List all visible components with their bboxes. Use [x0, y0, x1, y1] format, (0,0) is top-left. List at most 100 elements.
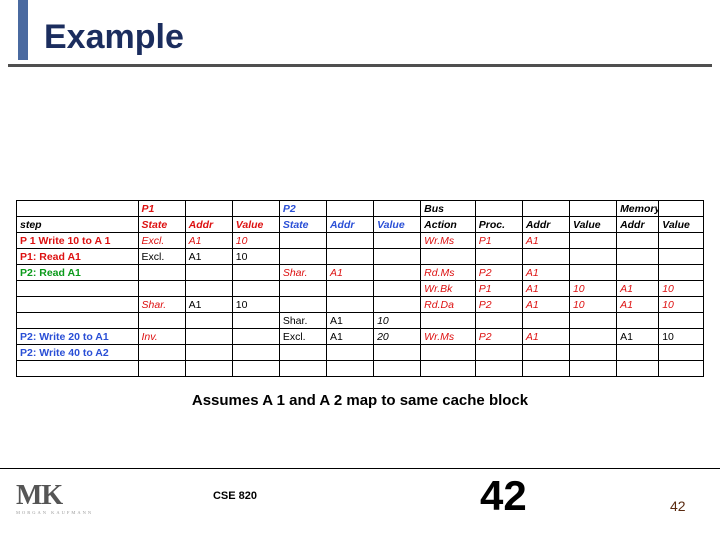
- cell-step: P1: Read A1: [17, 249, 139, 265]
- cell: 10: [659, 281, 704, 297]
- h: [522, 201, 569, 217]
- cell: [569, 361, 616, 377]
- cell-step: P2: Read A1: [17, 265, 139, 281]
- cell: 20: [374, 329, 421, 345]
- col-bus-proc: Proc.: [475, 217, 522, 233]
- cell-step: P2: Write 20 to A1: [17, 329, 139, 345]
- data-table: P1 P2 Bus Memory step State Addr Value S…: [16, 200, 704, 377]
- cell: [138, 345, 185, 361]
- cell: [569, 313, 616, 329]
- cell: Shar.: [279, 313, 326, 329]
- cell: Shar.: [138, 297, 185, 313]
- cell: [569, 265, 616, 281]
- footer-divider: [0, 468, 720, 469]
- cell: A1: [522, 281, 569, 297]
- cell: [279, 361, 326, 377]
- cell: Shar.: [279, 265, 326, 281]
- cell: [232, 361, 279, 377]
- cell: P1: [475, 233, 522, 249]
- cell: [138, 265, 185, 281]
- col-mem-addr: Addr: [617, 217, 659, 233]
- slide-title: Example: [44, 18, 184, 57]
- cell: [569, 249, 616, 265]
- cell: [569, 329, 616, 345]
- cell: [326, 345, 373, 361]
- cell: 10: [659, 297, 704, 313]
- h: [569, 201, 616, 217]
- title-accent-bar: [18, 0, 28, 60]
- cell: Wr.Ms: [421, 329, 476, 345]
- cell: [475, 249, 522, 265]
- cell: 10: [569, 297, 616, 313]
- cell-step: [17, 281, 139, 297]
- col-group-p1: P1: [138, 201, 185, 217]
- col-p1-value: Value: [232, 217, 279, 233]
- cell: [522, 345, 569, 361]
- cell: [232, 281, 279, 297]
- cell: A1: [617, 297, 659, 313]
- h: [475, 201, 522, 217]
- cell: 10: [232, 297, 279, 313]
- cell: A1: [185, 297, 232, 313]
- h: [659, 201, 704, 217]
- table-row: P1: Read A1 Excl. A1 10: [17, 249, 704, 265]
- cell: 10: [232, 249, 279, 265]
- cell: [326, 361, 373, 377]
- cell: A1: [185, 249, 232, 265]
- table-row: P2: Write 20 to A1 Inv. Excl. A1 20 Wr.M…: [17, 329, 704, 345]
- cell: [421, 361, 476, 377]
- cell: 10: [232, 233, 279, 249]
- col-p1-addr: Addr: [185, 217, 232, 233]
- cell: A1: [326, 265, 373, 281]
- cell-step: [17, 297, 139, 313]
- cell: [279, 249, 326, 265]
- cell: [326, 233, 373, 249]
- cell: [617, 345, 659, 361]
- col-p1-state: State: [138, 217, 185, 233]
- cell: Inv.: [138, 329, 185, 345]
- cell: P2: [475, 265, 522, 281]
- col-bus-action: Action: [421, 217, 476, 233]
- cell: [17, 361, 139, 377]
- cell: A1: [617, 281, 659, 297]
- cell: [232, 265, 279, 281]
- cell: [475, 313, 522, 329]
- cell: [617, 249, 659, 265]
- cell: [279, 233, 326, 249]
- table-row: P 1 Write 10 to A 1 Excl. A1 10 Wr.Ms P1…: [17, 233, 704, 249]
- col-p2-state: State: [279, 217, 326, 233]
- cell: [185, 313, 232, 329]
- cell: [374, 361, 421, 377]
- slide-number-small: 42: [670, 498, 686, 514]
- cell: [617, 313, 659, 329]
- h: [232, 201, 279, 217]
- cell: A1: [185, 233, 232, 249]
- cell: [617, 361, 659, 377]
- cell: [185, 265, 232, 281]
- cell: [185, 345, 232, 361]
- cell: [185, 361, 232, 377]
- coherence-table: P1 P2 Bus Memory step State Addr Value S…: [16, 200, 704, 377]
- col-group-bus: Bus: [421, 201, 476, 217]
- col-step: [17, 201, 139, 217]
- cell: [421, 345, 476, 361]
- cell: [138, 281, 185, 297]
- table-row: P2: Read A1 Shar. A1 Rd.Ms P2 A1: [17, 265, 704, 281]
- cell: Excl.: [138, 233, 185, 249]
- col-bus-addr: Addr: [522, 217, 569, 233]
- logo-subtext: MORGAN KAUFMANN: [16, 510, 93, 515]
- cell: Rd.Ms: [421, 265, 476, 281]
- cell: [185, 281, 232, 297]
- col-step-label: step: [17, 217, 139, 233]
- cell-step: [17, 313, 139, 329]
- cell: [659, 265, 704, 281]
- table-row: [17, 361, 704, 377]
- table-row: Shar. A1 10: [17, 313, 704, 329]
- slide-number-large: 42: [480, 472, 527, 520]
- cell: P2: [475, 297, 522, 313]
- cell: P1: [475, 281, 522, 297]
- cell: [374, 233, 421, 249]
- cell: Excl.: [279, 329, 326, 345]
- cell: [659, 361, 704, 377]
- cell: [279, 345, 326, 361]
